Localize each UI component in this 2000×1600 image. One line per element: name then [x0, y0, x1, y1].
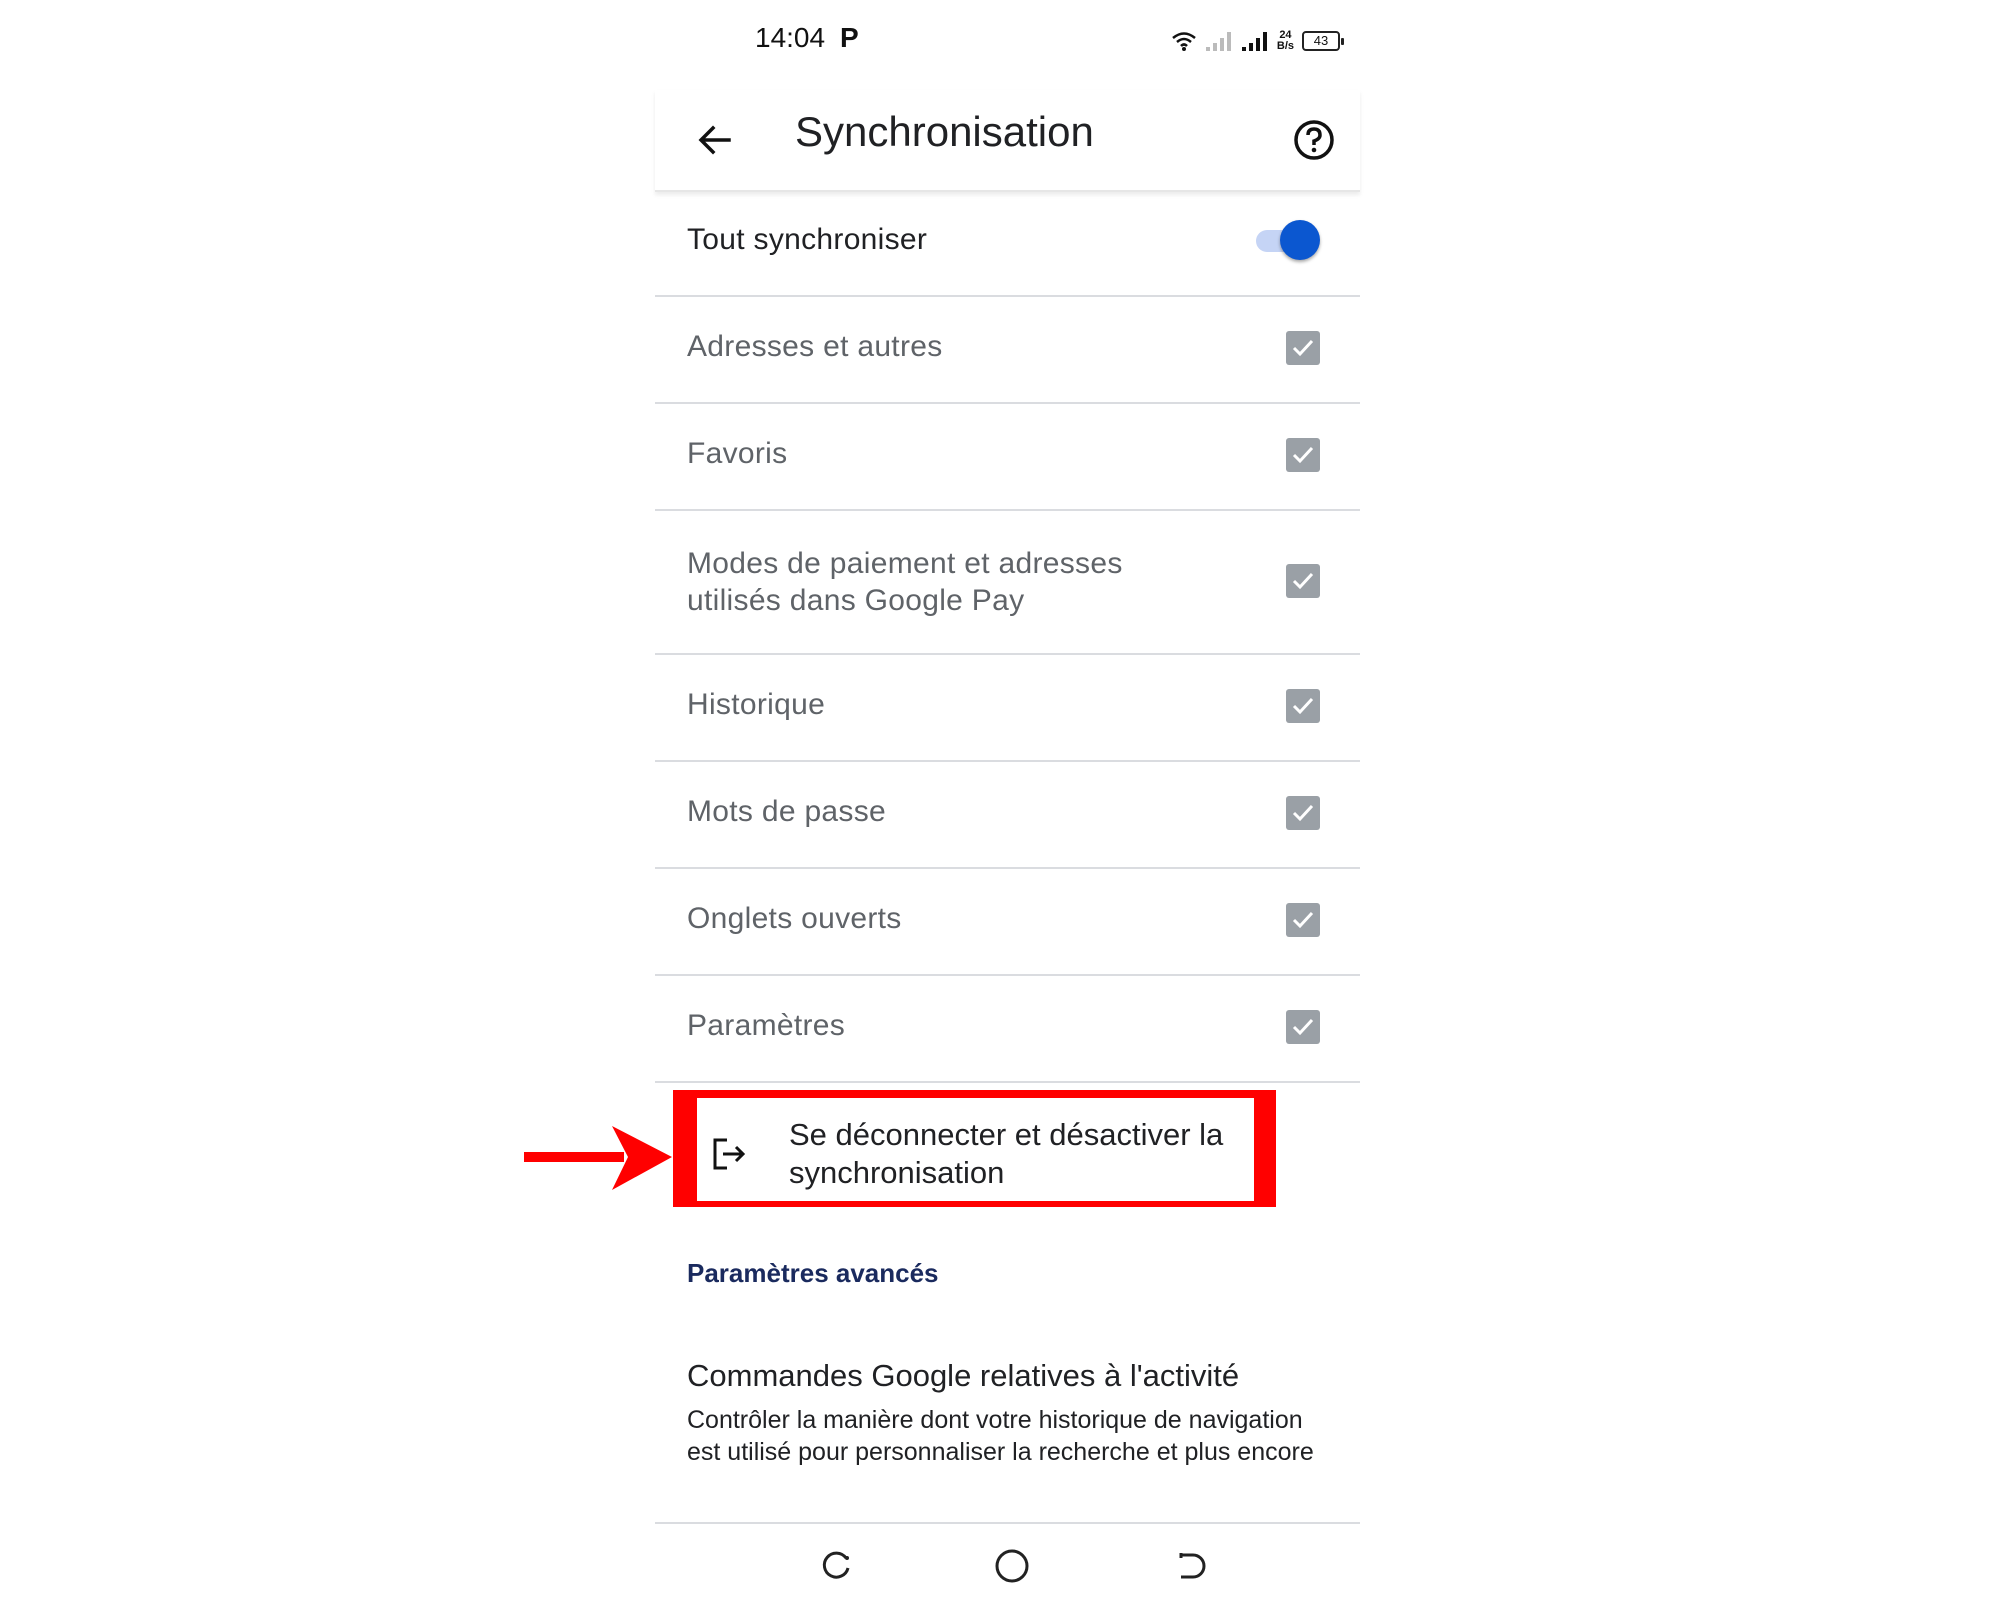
check-icon	[1292, 339, 1314, 357]
check-icon	[1292, 911, 1314, 929]
check-icon	[1292, 446, 1314, 464]
battery-icon: 43	[1302, 31, 1344, 51]
sync-item-passwords[interactable]: Mots de passe	[655, 762, 1360, 869]
sync-item-label: Modes de paiement et adresses utilisés d…	[687, 547, 1123, 617]
activity-description: Contrôler la manière dont votre historiq…	[687, 1406, 1314, 1466]
checkbox[interactable]	[1286, 438, 1320, 472]
red-arrow-annotation	[524, 1126, 672, 1190]
sync-item-settings[interactable]: Paramètres	[655, 976, 1360, 1083]
activity-controls-item[interactable]: Commandes Google relatives à l'activité …	[655, 1352, 1360, 1524]
toggle-thumb	[1280, 220, 1320, 260]
app-bar: Synchronisation	[655, 90, 1360, 192]
status-time: 14:04	[755, 22, 826, 53]
check-icon	[1292, 572, 1314, 590]
logout-icon	[713, 1138, 746, 1170]
sync-item-label: Paramètres	[687, 1009, 846, 1042]
back-nav-button[interactable]	[1167, 1542, 1215, 1590]
sign-out-label: Se déconnecter et désactiver la synchron…	[789, 1117, 1224, 1190]
speed-unit: B/s	[1276, 40, 1294, 52]
network-speed: 24 B/s	[1277, 30, 1294, 52]
sync-options-list: Tout synchroniser Adresses et autres Fav…	[655, 190, 1360, 1083]
help-circle-icon	[1294, 120, 1334, 160]
home-icon	[995, 1549, 1029, 1583]
sync-item-bookmarks[interactable]: Favoris	[655, 404, 1360, 511]
check-icon	[1292, 804, 1314, 822]
checkbox[interactable]	[1286, 796, 1320, 830]
signal-2-icon	[1241, 32, 1267, 51]
phone-screen: 14:04 P 24 B/s 43 Synchronisation Tout s…	[655, 0, 1360, 1600]
wifi-icon	[1172, 32, 1196, 51]
sync-item-label: Mots de passe	[687, 795, 887, 828]
checkbox[interactable]	[1286, 903, 1320, 937]
activity-title: Commandes Google relatives à l'activité	[687, 1358, 1240, 1393]
sync-item-label: Historique	[687, 688, 826, 721]
recents-button[interactable]	[812, 1542, 860, 1590]
checkbox[interactable]	[1286, 331, 1320, 365]
status-bar: 14:04 P 24 B/s 43	[655, 0, 1360, 80]
sync-all-toggle[interactable]	[1256, 218, 1322, 264]
sync-item-addresses[interactable]: Adresses et autres	[655, 297, 1360, 404]
back-icon	[1179, 1553, 1206, 1579]
sync-item-open-tabs[interactable]: Onglets ouverts	[655, 869, 1360, 976]
arrow-left-icon	[698, 125, 731, 155]
home-button[interactable]	[988, 1542, 1036, 1590]
recents-icon	[822, 1551, 850, 1579]
sync-all-label: Tout synchroniser	[687, 223, 928, 256]
checkbox[interactable]	[1286, 689, 1320, 723]
checkbox[interactable]	[1286, 564, 1320, 598]
sync-item-payments[interactable]: Modes de paiement et adresses utilisés d…	[655, 511, 1360, 655]
sync-item-history[interactable]: Historique	[655, 655, 1360, 762]
checkbox[interactable]	[1286, 1010, 1320, 1044]
advanced-settings-heading: Paramètres avancés	[687, 1258, 939, 1288]
sync-all-row[interactable]: Tout synchroniser	[655, 190, 1360, 297]
check-icon	[1292, 697, 1314, 715]
sync-item-label: Favoris	[687, 437, 788, 470]
signal-1-icon	[1205, 32, 1231, 51]
status-icons: 24 B/s 43	[1171, 26, 1344, 56]
sign-out-button[interactable]: Se déconnecter et désactiver la synchron…	[673, 1090, 1276, 1207]
page-title: Synchronisation	[795, 108, 1094, 155]
system-nav-bar	[655, 1530, 1360, 1600]
check-icon	[1292, 1018, 1314, 1036]
parking-notification-icon: P	[840, 22, 859, 53]
sync-item-label: Onglets ouverts	[687, 902, 902, 935]
help-button[interactable]	[1286, 112, 1342, 168]
sync-item-label: Adresses et autres	[687, 330, 943, 363]
back-button[interactable]	[685, 110, 745, 170]
